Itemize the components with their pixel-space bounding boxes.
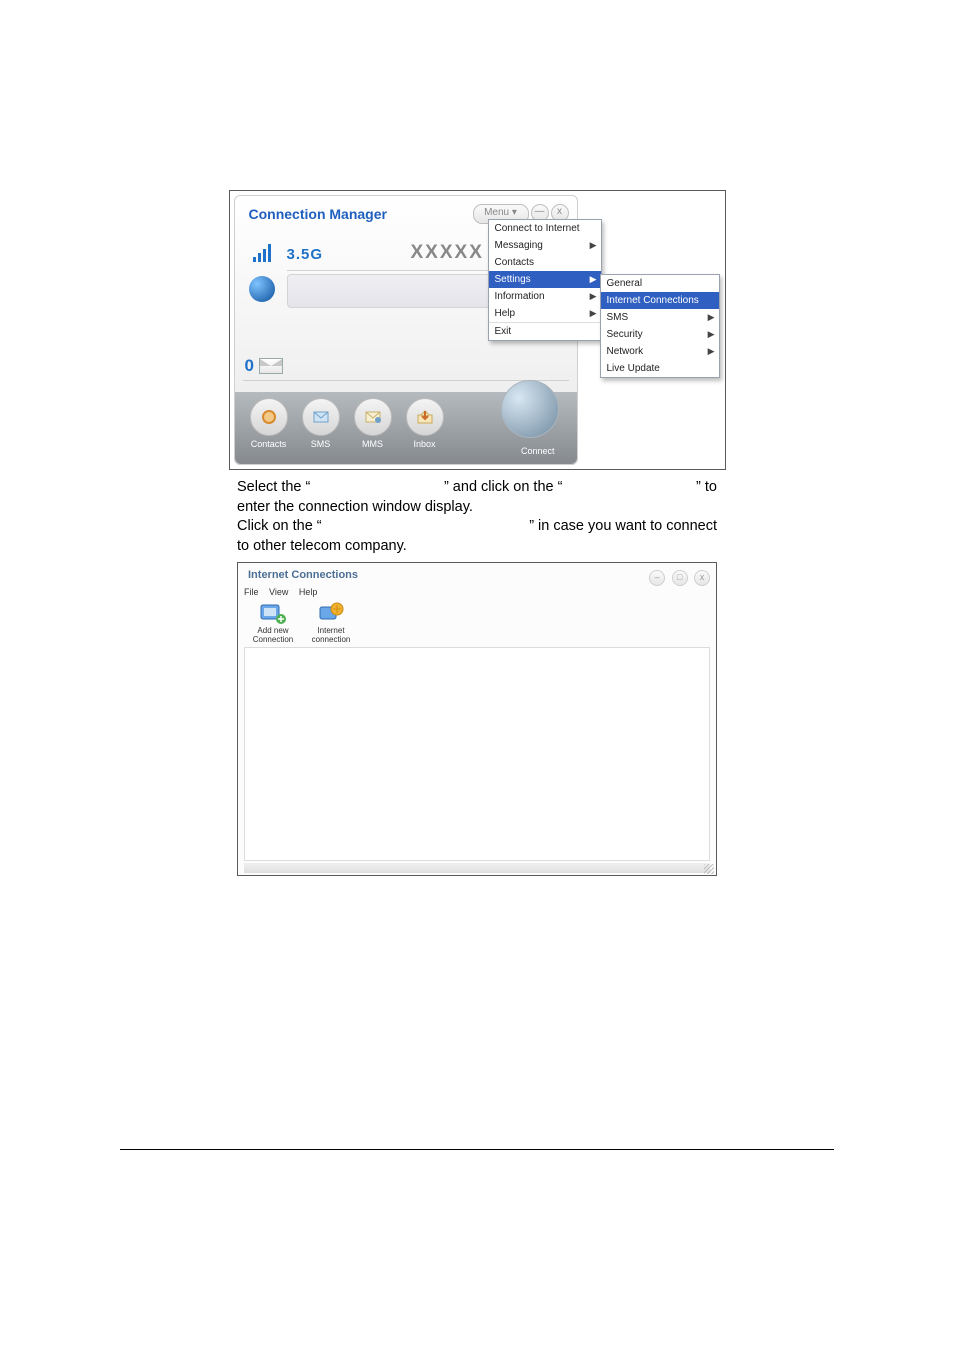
window-title: Internet Connections — [248, 569, 358, 581]
chevron-right-icon: ▶ — [708, 329, 715, 340]
chevron-right-icon: ▶ — [590, 308, 597, 319]
menu-item-label: Exit — [495, 326, 512, 337]
menu-help[interactable]: Help ▶ — [489, 305, 601, 322]
envelope-icon — [259, 358, 283, 374]
chevron-right-icon: ▶ — [590, 240, 597, 251]
menu-item-label: SMS — [607, 312, 629, 323]
text-fragment: ” and click on the “ — [444, 479, 562, 495]
inbox-button[interactable]: Inbox — [401, 398, 449, 449]
operator-name: XXXXX — [411, 242, 484, 264]
contacts-label: Contacts — [245, 439, 293, 449]
inbox-icon — [415, 407, 435, 427]
menu-item-label: Network — [607, 346, 644, 357]
menubar-view[interactable]: View — [269, 587, 288, 597]
figure-internet-connections: Internet Connections – □ x File View Hel… — [237, 562, 717, 876]
text-fragment: Select the “ — [237, 479, 310, 495]
submenu-live-update[interactable]: Live Update — [601, 360, 719, 377]
resize-grip-icon[interactable] — [704, 864, 714, 874]
text-fragment: ” in case you want to connect — [529, 517, 717, 537]
toolbar: Add new Connection Internet connection — [244, 601, 360, 645]
menubar-help[interactable]: Help — [299, 587, 318, 597]
menu-item-label: Connect to Internet — [495, 223, 580, 234]
menu-contacts[interactable]: Contacts — [489, 254, 601, 271]
contacts-button[interactable]: Contacts — [245, 398, 293, 449]
add-new-connection-button[interactable]: Add new Connection — [244, 601, 302, 645]
close-button[interactable]: x — [694, 570, 710, 586]
settings-submenu: General Internet Connections SMS ▶ Securi… — [600, 274, 720, 378]
toolbar-label: Connection — [244, 636, 302, 645]
maximize-button[interactable]: □ — [672, 570, 688, 586]
menu-item-label: General — [607, 278, 643, 289]
menu-item-label: Live Update — [607, 363, 660, 374]
internet-connection-item[interactable]: Internet connection — [302, 601, 360, 645]
menu-item-label: Security — [607, 329, 643, 340]
text-fragment: to other telecom company. — [237, 537, 717, 557]
text-fragment: Click on the “ — [237, 517, 322, 537]
submenu-internet-connections[interactable]: Internet Connections — [601, 292, 719, 309]
menu-item-label: Information — [495, 291, 545, 302]
menu-messaging[interactable]: Messaging ▶ — [489, 237, 601, 254]
inbox-label: Inbox — [401, 439, 449, 449]
mms-icon — [363, 407, 383, 427]
main-menu-dropdown: Connect to Internet Messaging▶ Contacts … — [488, 219, 602, 341]
menu-item-label: Contacts — [495, 257, 534, 268]
page-footer-rule — [120, 1149, 834, 1150]
internet-connection-icon — [317, 601, 345, 625]
unread-count: 0 — [245, 356, 254, 376]
chevron-right-icon: ▶ — [590, 291, 597, 302]
figure-connection-manager: Connection Manager Menu ▾ — x 3.5G XXXXX… — [229, 190, 726, 470]
contacts-icon — [259, 407, 279, 427]
toolbar-label: connection — [302, 636, 360, 645]
add-connection-icon — [259, 601, 287, 625]
text-fragment: enter the connection window display. — [237, 498, 717, 518]
sms-icon — [311, 407, 331, 427]
network-generation: 3.5G — [287, 246, 324, 263]
instruction-text: Select the “ ” and click on the “ ” to e… — [237, 478, 717, 556]
mms-label: MMS — [349, 439, 397, 449]
chevron-right-icon: ▶ — [708, 312, 715, 323]
submenu-security[interactable]: Security ▶ — [601, 326, 719, 343]
connect-button[interactable] — [501, 380, 559, 438]
menu-settings[interactable]: Settings ▶ — [489, 271, 601, 288]
window-buttons: – □ x — [647, 567, 710, 586]
submenu-network[interactable]: Network ▶ — [601, 343, 719, 360]
signal-icon — [253, 244, 275, 262]
connect-label: Connect — [521, 446, 555, 456]
sms-button[interactable]: SMS — [297, 398, 345, 449]
sms-label: SMS — [297, 439, 345, 449]
menu-item-label: Messaging — [495, 240, 543, 251]
bottom-toolbar: Contacts SMS MMS Inbox Connect — [235, 392, 577, 464]
menu-item-label: Help — [495, 308, 516, 319]
menubar-file[interactable]: File — [244, 587, 259, 597]
chevron-right-icon: ▶ — [590, 274, 597, 285]
menubar: File View Help — [244, 587, 325, 597]
menu-item-label: Settings — [495, 274, 531, 285]
menu-connect-to-internet[interactable]: Connect to Internet — [489, 220, 601, 237]
menu-information[interactable]: Information ▶ — [489, 288, 601, 305]
status-bar — [244, 863, 710, 873]
content-area — [244, 647, 710, 861]
menu-exit[interactable]: Exit — [489, 322, 601, 340]
chevron-right-icon: ▶ — [708, 346, 715, 357]
text-fragment: ” to — [696, 479, 717, 495]
menu-item-label: Internet Connections — [607, 295, 699, 306]
submenu-sms[interactable]: SMS ▶ — [601, 309, 719, 326]
app-title: Connection Manager — [249, 206, 387, 222]
minimize-button[interactable]: – — [649, 570, 665, 586]
globe-icon — [249, 276, 275, 302]
mms-button[interactable]: MMS — [349, 398, 397, 449]
submenu-general[interactable]: General — [601, 275, 719, 292]
